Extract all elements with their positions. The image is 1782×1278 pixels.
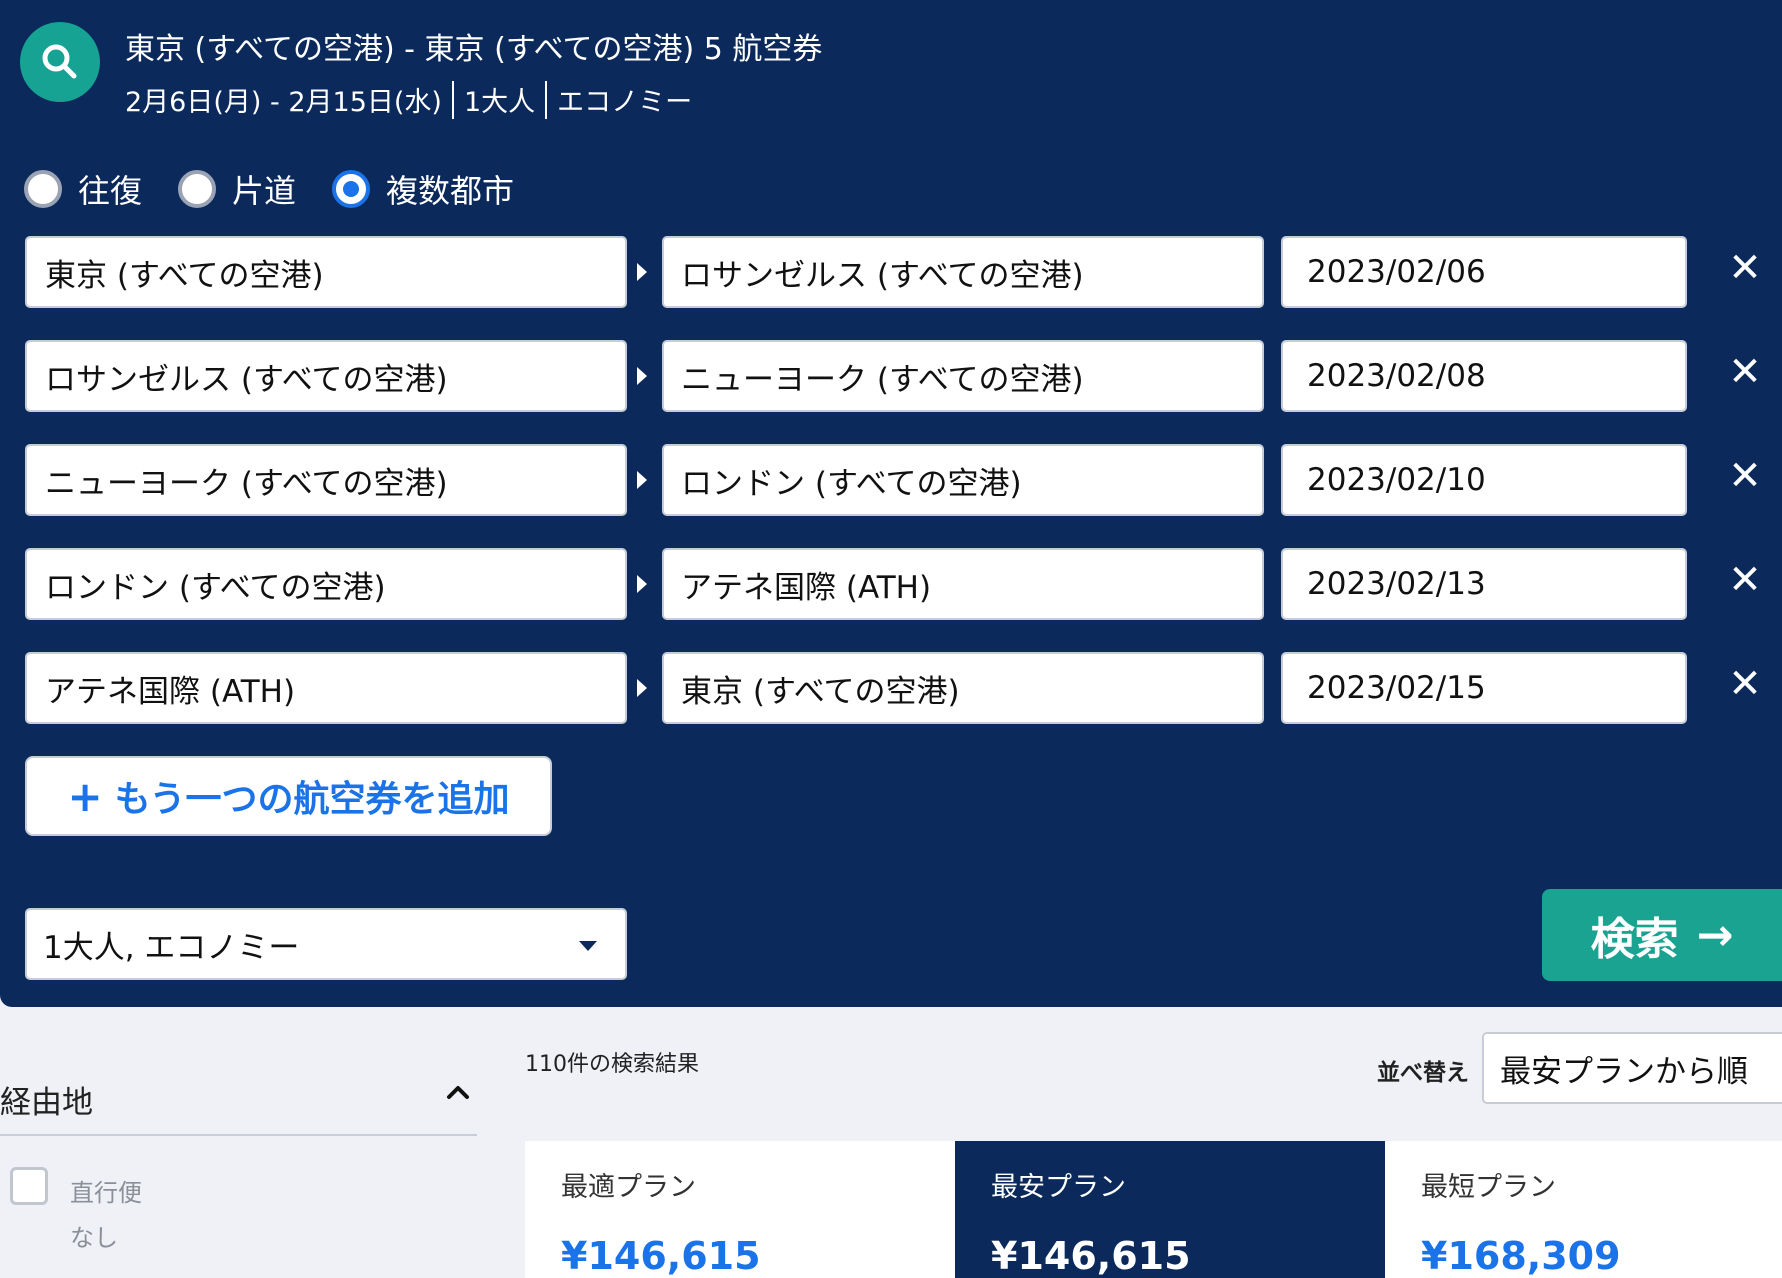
trip-type-label: 複数都市 <box>386 172 515 210</box>
date-field[interactable]: 2023/02/13 <box>1281 548 1687 620</box>
close-icon[interactable]: ✕ <box>1725 554 1765 606</box>
arrow-right-icon: → <box>1696 909 1734 961</box>
direct-flight-checkbox[interactable] <box>10 1167 48 1205</box>
tab-price: ¥168,309 <box>1421 1234 1621 1278</box>
arrow-right-icon <box>637 679 647 697</box>
destination-field[interactable]: ロサンゼルス (すべての空港) <box>662 236 1264 308</box>
close-icon[interactable]: ✕ <box>1725 450 1765 502</box>
arrow-right-icon <box>637 367 647 385</box>
date-field[interactable]: 2023/02/08 <box>1281 340 1687 412</box>
radio-multi-city[interactable] <box>332 170 371 208</box>
search-cabin: エコノミー <box>557 87 693 118</box>
tab-label: 最短プラン <box>1421 1172 1556 1203</box>
trip-type-one-way[interactable]: 片道 <box>178 166 296 212</box>
results-count: 110件の検索結果 <box>525 1052 699 1077</box>
divider <box>0 1134 477 1136</box>
tab-price: ¥146,615 <box>991 1234 1191 1278</box>
destination-field[interactable]: ロンドン (すべての空港) <box>662 444 1264 516</box>
trip-type-group: 往復 片道 複数都市 <box>24 166 550 212</box>
divider <box>545 80 548 119</box>
date-field[interactable]: 2023/02/15 <box>1281 652 1687 724</box>
passenger-cabin-select[interactable]: 1大人, エコノミー <box>25 908 627 980</box>
sort-label: 並べ替え <box>1377 1060 1469 1086</box>
search-subtitle: 2月6日(月) - 2月15日(水) 1大人 エコノミー <box>125 80 692 119</box>
tab-cheapest-plan[interactable]: 最安プラン ¥146,615 <box>955 1141 1385 1278</box>
origin-field[interactable]: ロサンゼルス (すべての空港) <box>25 340 627 412</box>
arrow-right-icon <box>637 263 647 281</box>
tab-best-plan[interactable]: 最適プラン ¥146,615 <box>525 1141 955 1278</box>
date-field[interactable]: 2023/02/10 <box>1281 444 1687 516</box>
radio-one-way[interactable] <box>178 170 217 208</box>
search-icon <box>42 44 77 79</box>
passenger-cabin-value: 1大人, エコノミー <box>43 929 300 966</box>
chevron-up-icon[interactable] <box>446 1084 470 1100</box>
tab-label: 最適プラン <box>561 1172 696 1203</box>
close-icon[interactable]: ✕ <box>1725 242 1765 294</box>
close-icon[interactable]: ✕ <box>1725 346 1765 398</box>
direct-flight-label: 直行便 <box>70 1179 142 1207</box>
origin-field[interactable]: 東京 (すべての空港) <box>25 236 627 308</box>
radio-round-trip[interactable] <box>24 170 62 208</box>
date-field[interactable]: 2023/02/06 <box>1281 236 1687 308</box>
trip-type-label: 往復 <box>78 172 143 210</box>
caret-down-icon <box>579 941 597 951</box>
trip-type-label: 片道 <box>232 172 297 210</box>
add-flight-button[interactable]: + もう一つの航空券を追加 <box>25 756 552 836</box>
arrow-right-icon <box>637 471 647 489</box>
arrow-right-icon <box>637 575 647 593</box>
tab-fastest-plan[interactable]: 最短プラン ¥168,309 <box>1385 1141 1782 1278</box>
destination-field[interactable]: 東京 (すべての空港) <box>662 652 1264 724</box>
tab-price: ¥146,615 <box>561 1234 761 1278</box>
search-button[interactable]: 検索 → <box>1542 889 1782 981</box>
origin-field[interactable]: ニューヨーク (すべての空港) <box>25 444 627 516</box>
search-travelers: 1大人 <box>463 87 536 118</box>
destination-field[interactable]: アテネ国際 (ATH) <box>662 548 1264 620</box>
trip-type-multi-city[interactable]: 複数都市 <box>332 166 514 212</box>
search-dates: 2月6日(月) - 2月15日(水) <box>125 87 442 118</box>
close-icon[interactable]: ✕ <box>1725 658 1765 710</box>
sort-select[interactable]: 最安プランから順 <box>1482 1032 1782 1104</box>
stops-filter-title: 経由地 <box>0 1085 93 1121</box>
destination-field[interactable]: ニューヨーク (すべての空港) <box>662 340 1264 412</box>
direct-flight-price: なし <box>70 1224 118 1252</box>
plus-icon: + <box>67 771 103 821</box>
search-panel: 東京 (すべての空港) - 東京 (すべての空港) 5 航空券 2月6日(月) … <box>0 0 1782 1007</box>
tab-label: 最安プラン <box>991 1172 1126 1203</box>
origin-field[interactable]: ロンドン (すべての空港) <box>25 548 627 620</box>
search-button-label: 検索 <box>1590 914 1679 965</box>
search-summary-button[interactable] <box>20 22 100 102</box>
trip-type-round-trip[interactable]: 往復 <box>24 166 142 212</box>
add-flight-label: もう一つの航空券を追加 <box>114 779 510 820</box>
search-title: 東京 (すべての空港) - 東京 (すべての空港) 5 航空券 <box>125 32 823 67</box>
divider <box>451 80 454 119</box>
plan-tabs: 最適プラン ¥146,615 最安プラン ¥146,615 最短プラン ¥168… <box>525 1141 1782 1278</box>
origin-field[interactable]: アテネ国際 (ATH) <box>25 652 627 724</box>
